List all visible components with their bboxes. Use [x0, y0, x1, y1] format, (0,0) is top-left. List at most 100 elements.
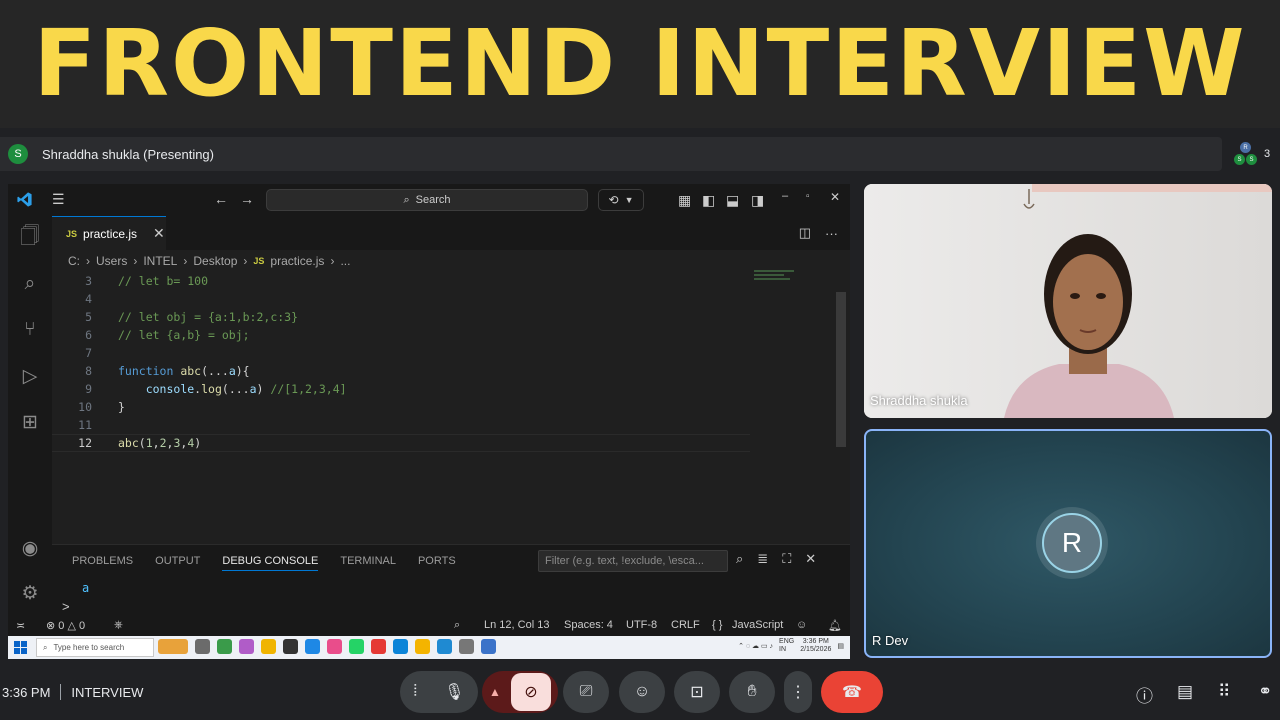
close-icon[interactable]: ✕: [830, 190, 840, 204]
vscode-taskbar-icon[interactable]: [437, 639, 452, 654]
copilot-status-icon[interactable]: ☺: [796, 619, 807, 631]
camera-off-icon[interactable]: ⊘: [510, 673, 551, 711]
info-icon[interactable]: ⓘ: [1136, 682, 1153, 707]
toggle-panel-icon[interactable]: ⬓: [726, 192, 739, 209]
code-line[interactable]: 7: [52, 344, 752, 362]
mic-control[interactable]: ⦙ 🎙︎: [400, 671, 478, 713]
code-editor[interactable]: 3 // let b= 100 4 5 // let obj = {a:1,b:2,c:…: [52, 272, 842, 542]
app-icon[interactable]: [217, 639, 232, 654]
code-line[interactable]: 3 // let b= 100: [52, 272, 752, 290]
participants-button[interactable]: R S S 3: [1234, 139, 1274, 169]
code-line[interactable]: 4: [52, 290, 752, 308]
tab-terminal[interactable]: TERMINAL: [340, 555, 396, 571]
copilot-app-icon[interactable]: [239, 639, 254, 654]
code-line[interactable]: 6 // let {a,b} = obj;: [52, 326, 752, 344]
breadcrumb-item[interactable]: INTEL: [143, 254, 177, 268]
menu-icon[interactable]: ☰: [52, 191, 65, 208]
tab-ports[interactable]: PORTS: [418, 555, 456, 571]
extensions-icon[interactable]: ⊞: [18, 410, 42, 434]
activities-icon[interactable]: ⚭: [1258, 682, 1272, 702]
run-debug-icon[interactable]: ▷: [18, 364, 42, 388]
end-of-line[interactable]: CRLF: [671, 619, 700, 631]
camera-control[interactable]: ▲ ⊘: [482, 671, 558, 713]
console-filter-input[interactable]: Filter (e.g. text, !exclude, \esca...: [538, 550, 728, 572]
file-explorer-icon[interactable]: [261, 639, 276, 654]
apps-icon[interactable]: ⠿: [1218, 682, 1230, 702]
source-control-icon[interactable]: ⑂: [18, 318, 42, 342]
edge-icon[interactable]: [393, 639, 408, 654]
video-tile-r-dev[interactable]: R R Dev: [864, 429, 1272, 658]
toggle-secondary-sidebar-icon[interactable]: ◨: [751, 192, 764, 209]
code-line[interactable]: 5 // let obj = {a:1,b:2,c:3}: [52, 308, 752, 326]
command-search[interactable]: ⌕ Search: [266, 189, 588, 211]
search-icon[interactable]: ⌕: [736, 551, 743, 567]
raise-hand-button[interactable]: ✋︎: [729, 671, 775, 713]
video-tile-shraddha[interactable]: Shraddha shukla: [864, 184, 1272, 418]
copilot-button[interactable]: ⟲ ▼: [598, 189, 644, 211]
settings-gear-icon[interactable]: ⚙: [18, 581, 42, 605]
debug-status-icon[interactable]: ⎈: [114, 619, 123, 632]
app-icon[interactable]: [305, 639, 320, 654]
windows-start-icon[interactable]: [14, 641, 27, 654]
reactions-button[interactable]: ☺: [619, 671, 665, 713]
explorer-icon[interactable]: 🗍: [18, 226, 42, 250]
editor-scrollbar[interactable]: [836, 292, 846, 447]
zoom-icon[interactable]: ⌕: [454, 619, 460, 632]
problems-status[interactable]: ⊗ 0 △ 0: [46, 619, 85, 632]
breadcrumb-item[interactable]: C:: [68, 254, 80, 268]
more-options-button[interactable]: ⋮: [784, 671, 812, 713]
leave-call-button[interactable]: ☎︎: [821, 671, 883, 713]
notifications-icon[interactable]: 🔔︎: [828, 619, 842, 632]
code-line[interactable]: 10}: [52, 398, 752, 416]
breadcrumb-item[interactable]: Desktop: [193, 254, 237, 268]
keyboard-language[interactable]: ENG: [779, 638, 794, 646]
indentation[interactable]: Spaces: 4: [564, 619, 613, 631]
breadcrumb-item[interactable]: practice.js: [270, 254, 324, 268]
app-icon[interactable]: [283, 639, 298, 654]
app-icon[interactable]: [459, 639, 474, 654]
maximize-icon[interactable]: ▫: [806, 191, 810, 202]
more-actions-icon[interactable]: ···: [825, 226, 838, 241]
cursor-position[interactable]: Ln 12, Col 13: [484, 619, 549, 631]
customize-layout-icon[interactable]: ▦: [678, 192, 691, 209]
taskbar-search[interactable]: ⌕ Type here to search: [36, 638, 154, 657]
minimize-icon[interactable]: –: [782, 190, 788, 202]
account-icon[interactable]: ◉: [18, 536, 42, 560]
code-line[interactable]: 9 console.log(...a) //[1,2,3,4]: [52, 380, 752, 398]
close-tab-icon[interactable]: ✕: [153, 225, 165, 242]
tab-output[interactable]: OUTPUT: [155, 555, 200, 571]
tray-icons[interactable]: ⌃ ◌ ☁ ▭ ♪: [738, 642, 773, 650]
search-view-icon[interactable]: ⌕: [18, 272, 42, 296]
whatsapp-icon[interactable]: [349, 639, 364, 654]
tab-practice-js[interactable]: JS practice.js ✕: [52, 216, 166, 250]
captions-button[interactable]: ⊡: [674, 671, 720, 713]
encoding[interactable]: UTF-8: [626, 619, 657, 631]
chrome-icon[interactable]: [415, 639, 430, 654]
taskbar-time[interactable]: 3:36 PM: [803, 638, 829, 646]
maximize-panel-icon[interactable]: ⛶: [782, 551, 791, 567]
app-icon[interactable]: [481, 639, 496, 654]
close-panel-icon[interactable]: ✕: [805, 551, 816, 567]
console-prompt[interactable]: >: [62, 599, 70, 614]
task-view-icon[interactable]: [195, 639, 210, 654]
minimap[interactable]: [754, 270, 798, 290]
breadcrumb-item[interactable]: Users: [96, 254, 127, 268]
code-line[interactable]: 11: [52, 416, 752, 434]
app-icon[interactable]: [327, 639, 342, 654]
remote-icon[interactable]: ≍: [16, 619, 25, 632]
widget-icon[interactable]: [158, 639, 188, 654]
notification-center-icon[interactable]: ▤: [837, 642, 844, 650]
tab-debug-console[interactable]: DEBUG CONSOLE: [222, 555, 319, 571]
code-line[interactable]: 8 function abc(...a){: [52, 362, 752, 380]
clear-console-icon[interactable]: ≣: [757, 551, 768, 567]
language-mode[interactable]: JavaScript: [732, 619, 783, 631]
present-button[interactable]: ⎚: [563, 671, 609, 713]
tab-problems[interactable]: PROBLEMS: [72, 555, 133, 571]
split-editor-icon[interactable]: ◫: [799, 225, 811, 241]
code-line[interactable]: 12 abc(1,2,3,4): [52, 434, 752, 452]
toggle-sidebar-icon[interactable]: ◧: [702, 192, 715, 209]
app-icon[interactable]: [371, 639, 386, 654]
forward-icon[interactable]: →: [240, 191, 254, 207]
back-icon[interactable]: ←: [214, 191, 228, 207]
chat-icon[interactable]: ▤: [1177, 682, 1193, 702]
